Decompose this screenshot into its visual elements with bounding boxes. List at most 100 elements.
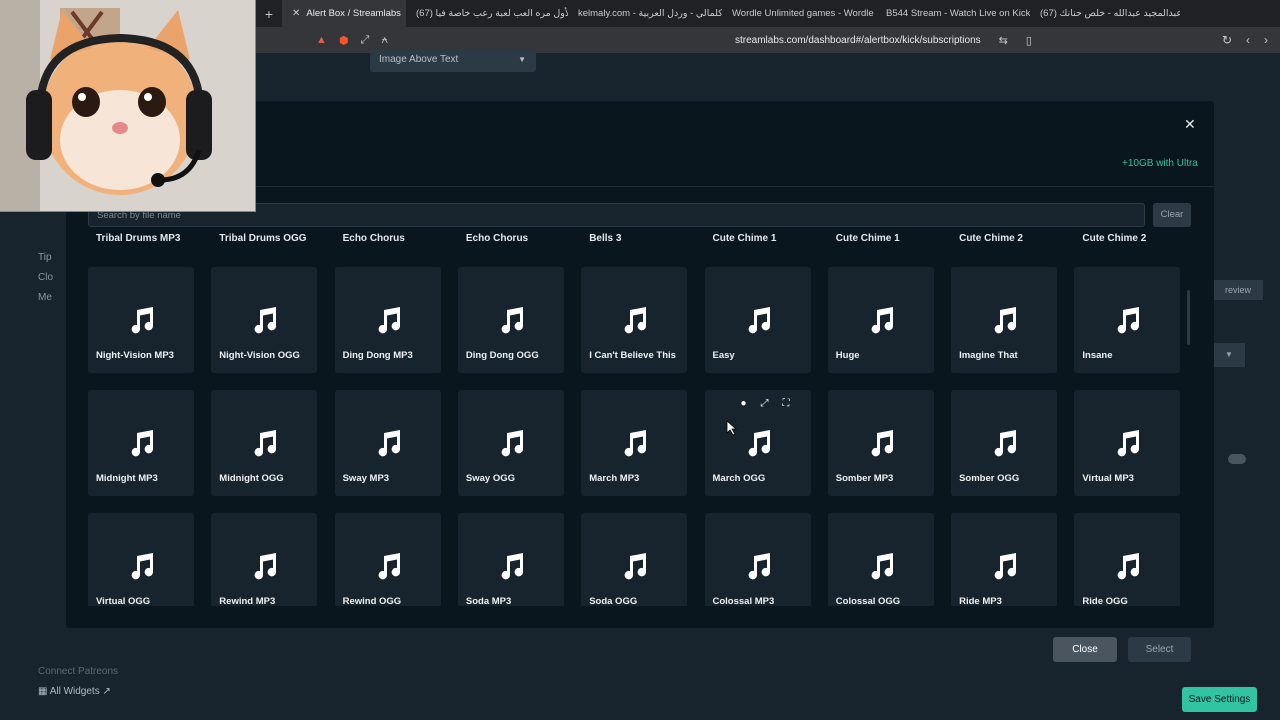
sound-tile[interactable]: Somber OGG	[951, 390, 1058, 496]
play-icon[interactable]: ●	[741, 398, 747, 409]
music-note-icon	[126, 305, 156, 335]
sound-tile[interactable]: Huge	[827, 267, 934, 373]
sound-tile[interactable]: Soda MP3	[457, 513, 564, 606]
music-note-icon	[619, 551, 649, 581]
save-settings-button[interactable]: Save Settings	[1182, 687, 1257, 712]
sound-tile-label: Ride MP3	[959, 596, 1002, 606]
sound-tile[interactable]: Soda OGG	[581, 513, 688, 606]
new-tab-button[interactable]: +	[256, 6, 282, 22]
modal-close-icon[interactable]: ✕	[1184, 116, 1196, 133]
music-note-icon	[866, 305, 896, 335]
sound-tile-label: Night-Vision OGG	[219, 350, 300, 361]
sound-tile-label: Sway MP3	[342, 473, 390, 484]
music-note-icon	[743, 305, 773, 335]
sound-tile-label: Rewind OGG	[342, 596, 402, 606]
sound-tile[interactable]: I Can't Believe This	[581, 267, 688, 373]
music-note-icon	[373, 305, 403, 335]
sound-tile[interactable]: Midnight MP3	[88, 390, 194, 496]
sound-tile[interactable]: Night-Vision MP3	[88, 267, 194, 373]
expand-icon[interactable]: ⤢	[761, 398, 769, 409]
partial-tile-label: Tribal Drums OGG	[219, 233, 307, 244]
sound-tile[interactable]: Ride OGG	[1074, 513, 1181, 606]
sound-tile-label: Colossal OGG	[835, 596, 901, 606]
sound-tile[interactable]: Virtual MP3	[1074, 390, 1181, 496]
tune-icon[interactable]: ⇆	[999, 34, 1008, 47]
brave-shield-icon[interactable]: ⬢	[339, 34, 349, 47]
sidebar-item-me[interactable]: Me	[38, 292, 52, 303]
sound-tile-label: Night-Vision MP3	[96, 350, 174, 361]
preview-button[interactable]: review	[1213, 280, 1263, 300]
close-tab-icon[interactable]: ✕	[292, 8, 300, 19]
share-icon[interactable]: ⍲	[381, 34, 388, 47]
sound-tile[interactable]: Imagine That	[951, 267, 1058, 373]
ultra-upsell-link[interactable]: +10GB with Ultra	[1122, 158, 1198, 169]
sound-tile-label: Midnight OGG	[219, 473, 284, 484]
music-note-icon	[126, 551, 156, 581]
tab-label: kelmaly.com - كلمالي - وردل العربية	[578, 8, 722, 19]
music-note-icon	[989, 305, 1019, 335]
tab-kick[interactable]: B544 Stream - Watch Live on Kick	[876, 0, 1030, 27]
reload-icon[interactable]: ↻	[1222, 33, 1232, 47]
music-note-icon	[619, 428, 649, 458]
tab-youtube-1[interactable]: (67) لأول مره العب لعبة رعب خاصة فيا	[406, 0, 568, 27]
music-note-icon	[126, 428, 156, 458]
back-icon[interactable]: ‹	[1246, 33, 1250, 47]
sound-tile-label: March MP3	[589, 473, 640, 484]
sound-tile[interactable]: Night-Vision OGG	[211, 267, 318, 373]
sidebar-item-clo[interactable]: Clo	[38, 272, 53, 283]
partial-tile-label: Cute Chime 2	[959, 233, 1023, 244]
url-text[interactable]: streamlabs.com/dashboard#/alertbox/kick/…	[735, 35, 981, 46]
sound-tile-label: Soda MP3	[465, 596, 512, 606]
bookmark-icon[interactable]: ▯	[1026, 34, 1032, 47]
clear-button[interactable]: Clear	[1153, 203, 1191, 227]
sound-tile[interactable]: March OGG ● ⤢ ⛶	[704, 390, 811, 496]
tab-label: Alert Box / Streamlabs	[306, 8, 401, 19]
sound-tile[interactable]: Rewind OGG	[334, 513, 441, 606]
bg-select-caret-icon[interactable]: ▼	[1213, 343, 1245, 367]
tab-kelmaly[interactable]: kelmaly.com - كلمالي - وردل العربية	[568, 0, 722, 27]
music-note-icon	[249, 305, 279, 335]
sound-tile[interactable]: Ride MP3	[951, 513, 1058, 606]
sound-tile[interactable]: Colossal OGG	[827, 513, 934, 606]
tile-tools: ● ⤢ ⛶	[741, 398, 790, 409]
music-note-icon	[1112, 305, 1142, 335]
sound-tile[interactable]: Insane	[1074, 267, 1181, 373]
sidebar-item-tip[interactable]: Tip	[38, 252, 52, 263]
sound-tile[interactable]: Ding Dong OGG	[457, 267, 564, 373]
bg-toggle[interactable]	[1228, 454, 1246, 464]
fullscreen-icon[interactable]: ⛶	[783, 398, 790, 409]
image-layout-dropdown[interactable]: Image Above Text ▼	[370, 50, 536, 72]
sidebar-item-patreon[interactable]: Connect Patreons	[38, 666, 118, 677]
translate-icon[interactable]: ⤢	[361, 34, 370, 47]
music-note-icon	[743, 551, 773, 581]
sound-tile[interactable]: Easy	[704, 267, 811, 373]
tab-alert-box[interactable]: ✕ Alert Box / Streamlabs	[282, 0, 406, 27]
tab-youtube-2[interactable]: (67) عبدالمجيد عبدالله - خلص حنانك (-	[1030, 0, 1180, 27]
tab-wordle[interactable]: Wordle Unlimited games - Wordle Te	[722, 0, 876, 27]
sound-tile[interactable]: Ding Dong MP3	[334, 267, 441, 373]
music-note-icon	[496, 551, 526, 581]
sound-tile[interactable]: Midnight OGG	[211, 390, 318, 496]
sound-tile-label: Somber MP3	[835, 473, 894, 484]
music-note-icon	[496, 428, 526, 458]
sound-tile-label: Ding Dong MP3	[342, 350, 413, 361]
music-note-icon	[1112, 551, 1142, 581]
sound-tile-label: Somber OGG	[959, 473, 1020, 484]
caret-down-icon: ▼	[518, 55, 526, 64]
forward-icon[interactable]: ›	[1264, 33, 1268, 47]
select-button[interactable]: Select	[1128, 637, 1191, 662]
close-button[interactable]: Close	[1053, 637, 1117, 662]
sound-tile-label: Ding Dong OGG	[465, 350, 539, 361]
sound-tile[interactable]: Virtual OGG	[88, 513, 194, 606]
sound-tile[interactable]: Sway OGG	[457, 390, 564, 496]
sound-tile[interactable]: Sway MP3	[334, 390, 441, 496]
music-note-icon	[373, 428, 403, 458]
grid-scrollbar[interactable]	[1187, 290, 1190, 345]
sidebar-item-all-widgets[interactable]: ▦ All Widgets ↗	[38, 686, 111, 697]
sound-tile-label: I Can't Believe This	[589, 350, 676, 361]
sound-tile[interactable]: March MP3	[581, 390, 688, 496]
sound-tile[interactable]: Rewind MP3	[211, 513, 318, 606]
sound-tile[interactable]: Colossal MP3	[704, 513, 811, 606]
warning-icon[interactable]: ▲	[316, 34, 327, 46]
sound-tile[interactable]: Somber MP3	[827, 390, 934, 496]
